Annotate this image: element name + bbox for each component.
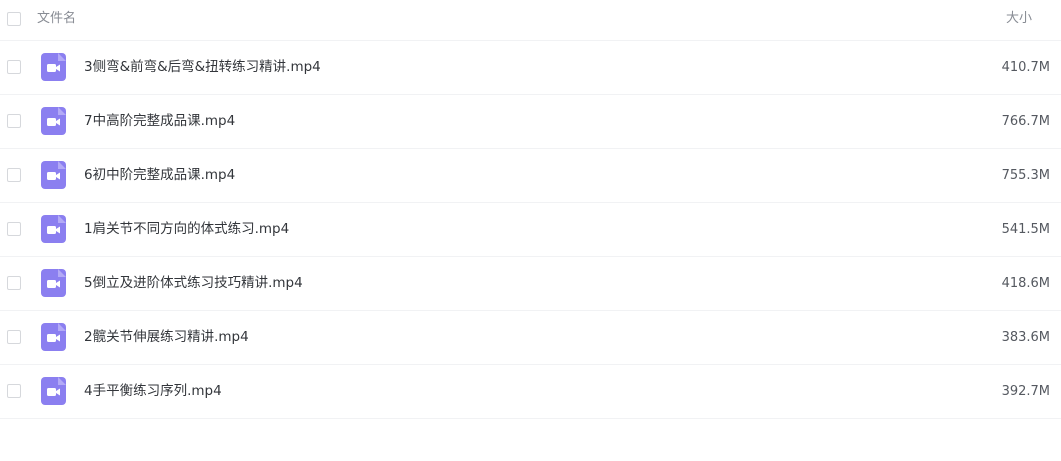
file-size: 383.6M [1001, 330, 1050, 345]
file-size: 755.3M [1001, 168, 1050, 183]
file-row-checkbox[interactable] [7, 276, 21, 290]
file-size: 392.7M [1001, 384, 1050, 399]
video-file-icon [41, 161, 66, 189]
file-row-checkbox[interactable] [7, 114, 21, 128]
file-name[interactable]: 2髋关节伸展练习精讲.mp4 [84, 329, 249, 346]
file-row[interactable]: 2髋关节伸展练习精讲.mp4 383.6M [0, 311, 1061, 365]
video-file-icon [41, 269, 66, 297]
file-name[interactable]: 4手平衡练习序列.mp4 [84, 383, 222, 400]
video-file-icon [41, 215, 66, 243]
file-row-checkbox[interactable] [7, 330, 21, 344]
file-size: 418.6M [1001, 276, 1050, 291]
file-list-header: 文件名 大小 [0, 0, 1061, 41]
file-size: 766.7M [1001, 114, 1050, 129]
column-header-size[interactable]: 大小 [1006, 11, 1032, 27]
file-row-checkbox[interactable] [7, 168, 21, 182]
file-row-checkbox[interactable] [7, 222, 21, 236]
file-name[interactable]: 3侧弯&前弯&后弯&扭转练习精讲.mp4 [84, 59, 321, 76]
file-row-checkbox[interactable] [7, 60, 21, 74]
file-row[interactable]: 7中高阶完整成品课.mp4 766.7M [0, 95, 1061, 149]
file-name[interactable]: 6初中阶完整成品课.mp4 [84, 167, 235, 184]
file-rows: 3侧弯&前弯&后弯&扭转练习精讲.mp4 410.7M 7中高阶完整成品课.mp… [0, 41, 1061, 419]
file-list: 文件名 大小 3侧弯&前弯&后弯&扭转练习精讲.mp4 410.7M 7中高阶完… [0, 0, 1061, 461]
video-file-icon [41, 107, 66, 135]
file-row[interactable]: 5倒立及进阶体式练习技巧精讲.mp4 418.6M [0, 257, 1061, 311]
video-file-icon [41, 53, 66, 81]
select-all-checkbox[interactable] [7, 12, 21, 26]
file-row[interactable]: 1肩关节不同方向的体式练习.mp4 541.5M [0, 203, 1061, 257]
file-row[interactable]: 4手平衡练习序列.mp4 392.7M [0, 365, 1061, 419]
file-size: 541.5M [1001, 222, 1050, 237]
file-size: 410.7M [1001, 60, 1050, 75]
video-file-icon [41, 323, 66, 351]
video-file-icon [41, 377, 66, 405]
column-header-name[interactable]: 文件名 [37, 11, 76, 27]
file-name[interactable]: 5倒立及进阶体式练习技巧精讲.mp4 [84, 275, 303, 292]
file-name[interactable]: 7中高阶完整成品课.mp4 [84, 113, 235, 130]
file-row[interactable]: 6初中阶完整成品课.mp4 755.3M [0, 149, 1061, 203]
file-row[interactable]: 3侧弯&前弯&后弯&扭转练习精讲.mp4 410.7M [0, 41, 1061, 95]
file-name[interactable]: 1肩关节不同方向的体式练习.mp4 [84, 221, 289, 238]
file-row-checkbox[interactable] [7, 384, 21, 398]
